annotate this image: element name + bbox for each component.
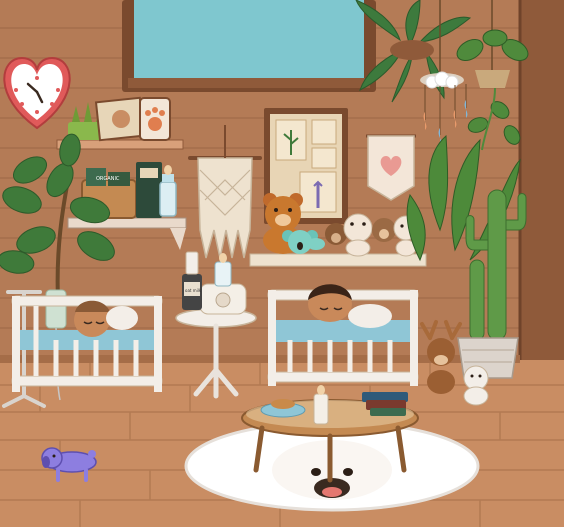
tin-label: ORGANIC — [96, 176, 120, 182]
photo-frame[interactable] — [94, 96, 145, 142]
book-stack[interactable] — [136, 162, 162, 218]
nursery-scene: ORGANIC oat milk — [0, 0, 564, 527]
jar-label: oat milk — [185, 288, 202, 293]
side-wall — [518, 0, 564, 420]
paw-sign[interactable] — [139, 97, 171, 141]
window[interactable] — [122, 0, 376, 92]
